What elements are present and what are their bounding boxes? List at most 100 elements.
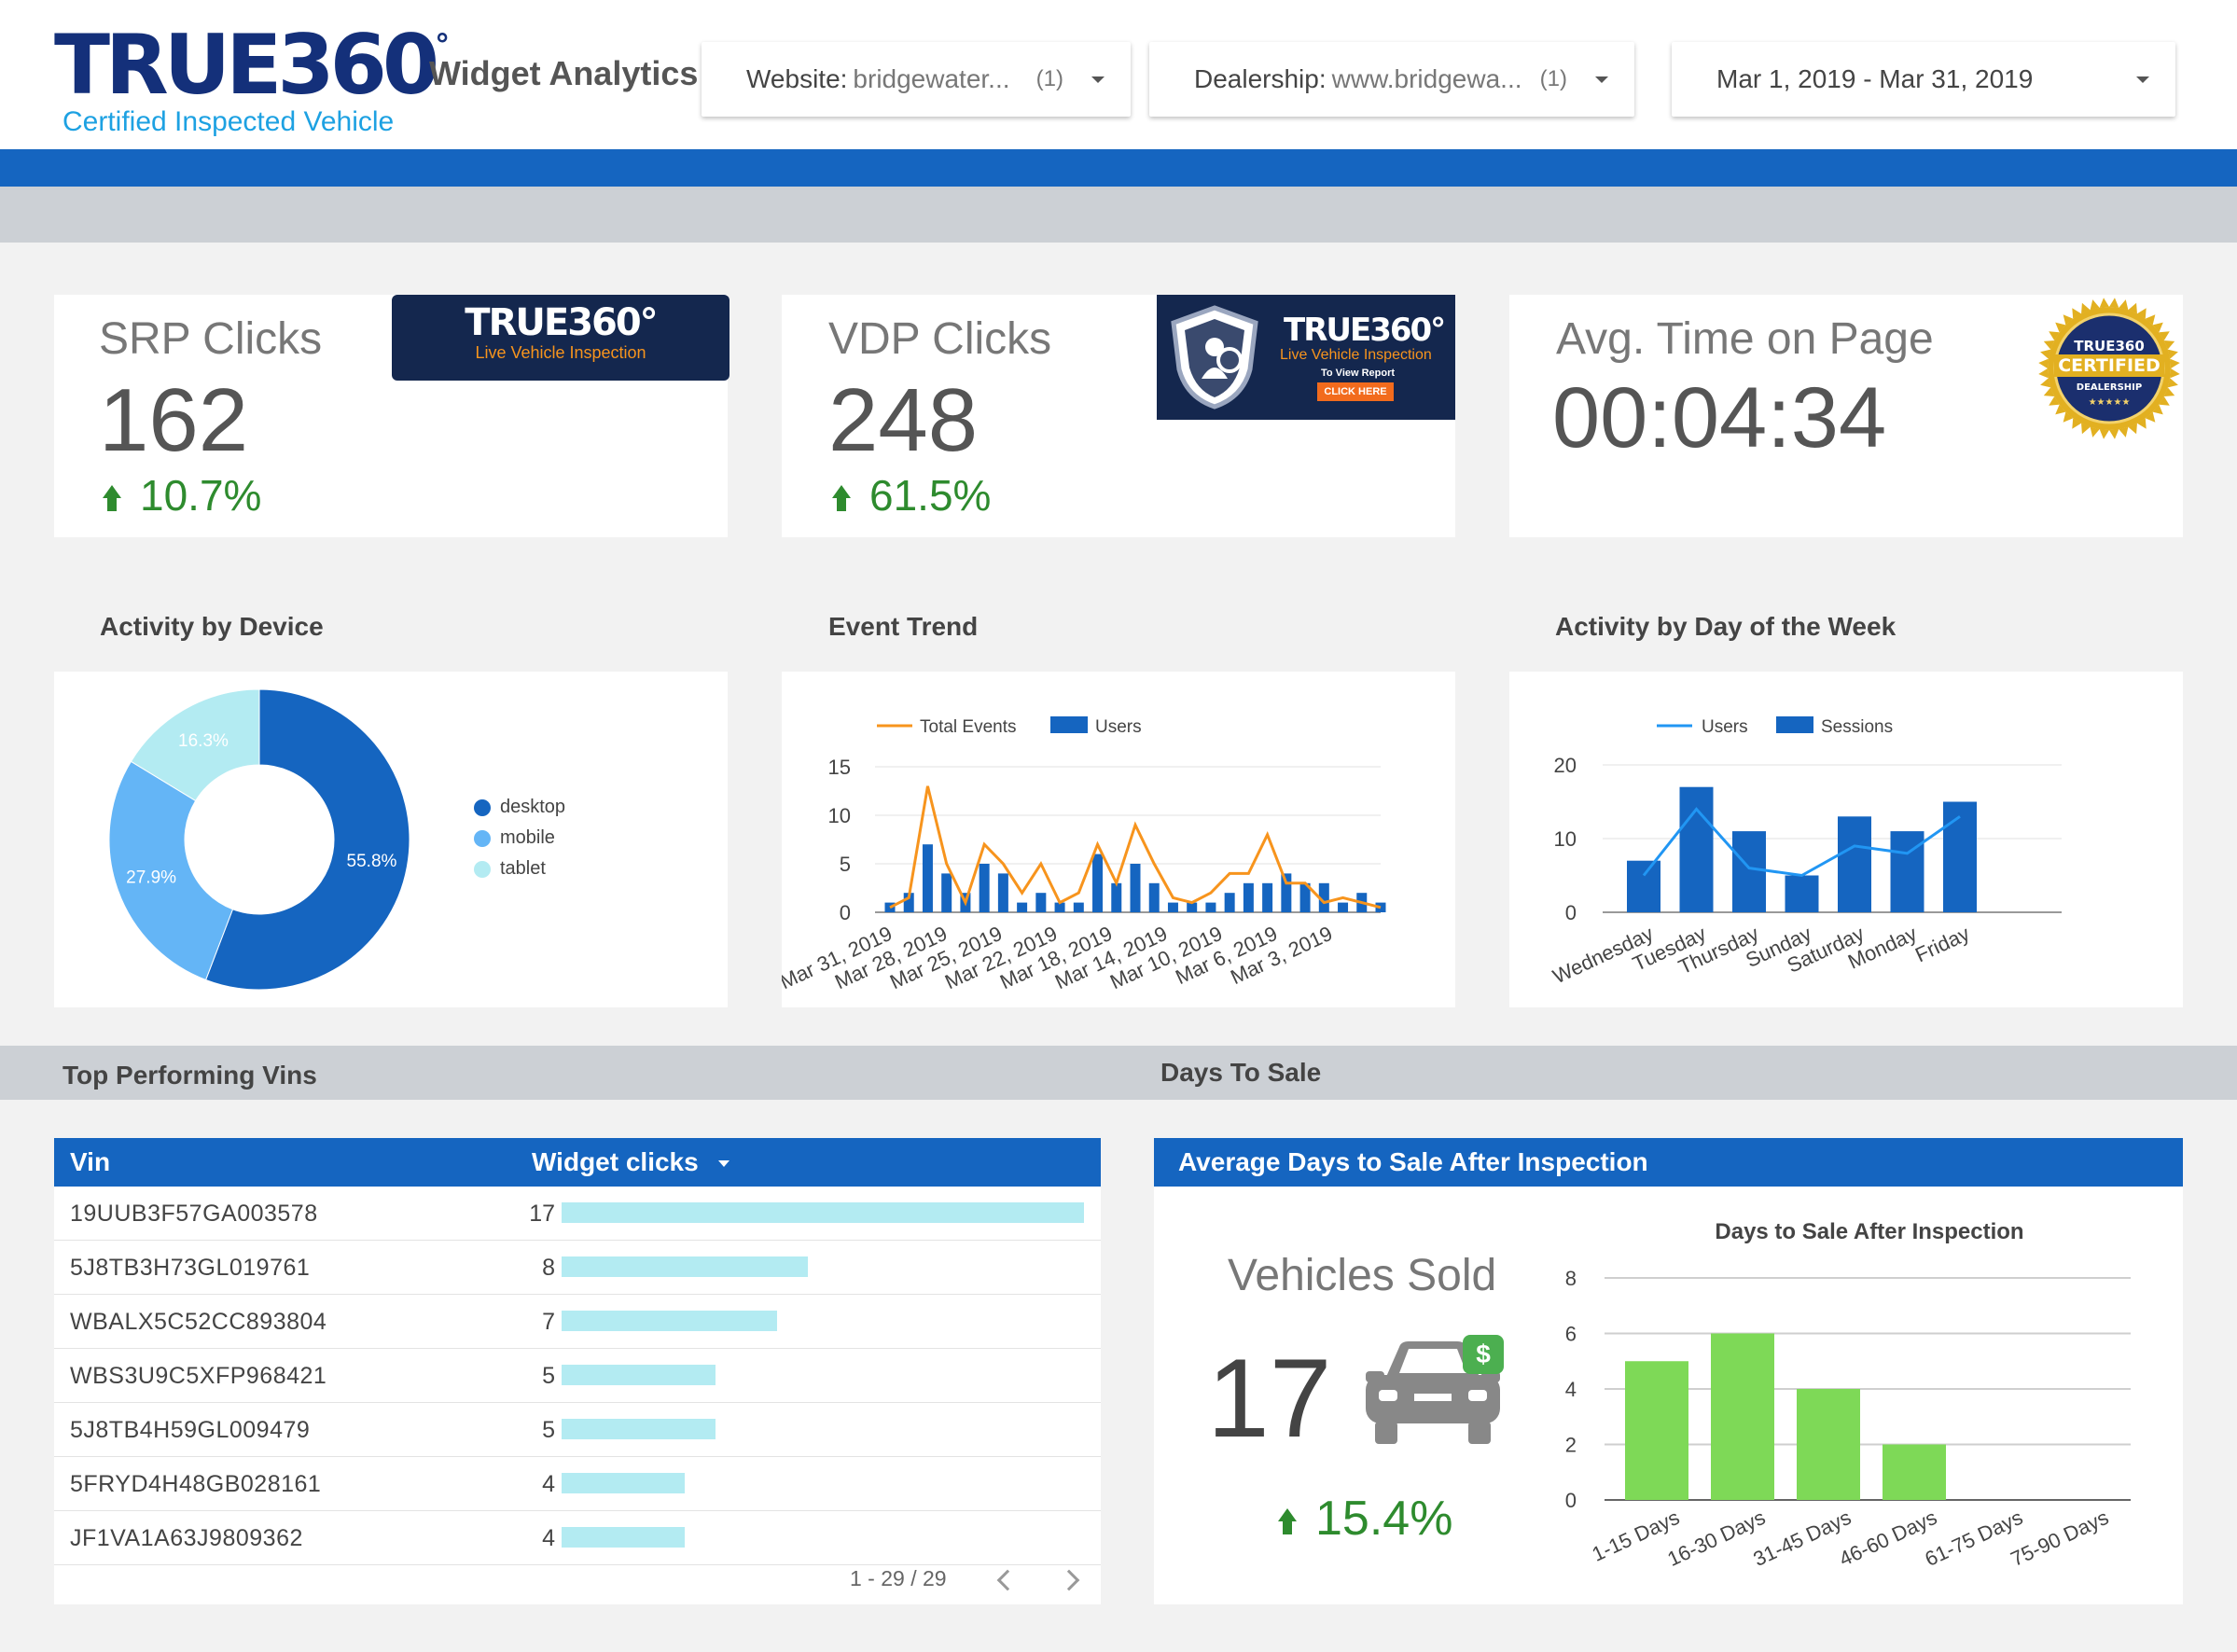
table-row[interactable]: JF1VA1A63J9809362 4 bbox=[54, 1511, 1101, 1565]
donut-label-mobile: 27.9% bbox=[126, 868, 176, 888]
day-of-week-chart[interactable]: 20100WednesdayTuesdayThursdaySundaySatur… bbox=[1509, 672, 2183, 1007]
vdp-clicks-change: 61.5% bbox=[832, 470, 991, 521]
table-row[interactable]: 5FRYD4H48GB028161 4 bbox=[54, 1457, 1101, 1511]
event-trend-section-title: Event Trend bbox=[828, 612, 979, 641]
vin-cell: 5J8TB3H73GL019761 bbox=[70, 1255, 311, 1281]
vdp-clicks-value: 248 bbox=[828, 370, 979, 470]
legend-item-desktop[interactable]: desktop bbox=[474, 797, 565, 818]
vin-cell: 5J8TB4H59GL009479 bbox=[70, 1417, 311, 1443]
y-tick-label: 10 bbox=[1554, 827, 1577, 851]
widget-clicks-bar bbox=[562, 1527, 685, 1548]
srp-banner-title: TRUE360° bbox=[465, 301, 658, 344]
sort-descending-icon bbox=[718, 1160, 730, 1168]
sessions-bar bbox=[1838, 816, 1871, 912]
legend-label-mobile: mobile bbox=[500, 827, 555, 848]
days-to-sale-chart[interactable]: Days to Sale After Inspection864201-15 D… bbox=[1526, 1203, 2183, 1604]
days-to-sale-section-title: Days To Sale bbox=[1160, 1058, 1322, 1087]
widget-clicks-value: 5 bbox=[542, 1417, 555, 1443]
table-row[interactable]: WBS3U9C5XFP968421 5 bbox=[54, 1349, 1101, 1403]
device-donut-chart[interactable]: 55.8% 27.9% 16.3% bbox=[54, 672, 728, 1007]
shield-icon bbox=[1171, 305, 1258, 410]
trend-bar bbox=[1148, 882, 1160, 912]
trend-bar bbox=[1167, 902, 1178, 912]
website-filter-count: (1) bbox=[1035, 66, 1063, 91]
page-title: Widget Analytics bbox=[429, 54, 699, 92]
vehicles-sold-label: Vehicles Sold bbox=[1228, 1251, 1497, 1300]
widget-clicks-value: 5 bbox=[542, 1363, 555, 1389]
vin-cell: 19UUB3F57GA003578 bbox=[70, 1201, 318, 1227]
chevron-down-icon bbox=[2136, 76, 2149, 83]
widget-clicks-value: 8 bbox=[542, 1255, 555, 1281]
dealership-filter[interactable]: Dealership: www.bridgewa... (1) bbox=[1149, 42, 1634, 117]
dealership-filter-label: Dealership: bbox=[1194, 64, 1327, 93]
table-row[interactable]: 19UUB3F57GA003578 17 bbox=[54, 1187, 1101, 1241]
table-row[interactable]: WBALX5C52CC893804 7 bbox=[54, 1295, 1101, 1349]
legend-item-tablet[interactable]: tablet bbox=[474, 858, 565, 880]
x-tick-label: 75-90 Days bbox=[2008, 1506, 2113, 1571]
sessions-bar bbox=[1679, 786, 1714, 912]
days-bar bbox=[1883, 1444, 1946, 1500]
logo-text: TRUE360 bbox=[54, 17, 439, 113]
trend-bar bbox=[1224, 893, 1235, 912]
chart-title: Days to Sale After Inspection bbox=[1715, 1219, 2023, 1244]
chevron-down-icon bbox=[1595, 76, 1608, 83]
website-filter-value: bridgewater... bbox=[853, 64, 1010, 93]
vdp-widget-banner[interactable]: TRUE360° Live Vehicle Inspection To View… bbox=[1157, 295, 1455, 420]
badge-mid-text: CERTIFIED bbox=[2058, 355, 2161, 376]
day-of-week-section-title: Activity by Day of the Week bbox=[1555, 612, 1897, 641]
website-filter[interactable]: Website: bridgewater... (1) bbox=[702, 42, 1131, 117]
avg-time-card: Avg. Time on Page 00:04:34 TRUE360 CERTI… bbox=[1509, 295, 2183, 537]
legend-label-users: Users bbox=[1095, 717, 1142, 737]
trend-bar bbox=[1281, 873, 1292, 912]
badge-bottom-text: DEALERSHIP bbox=[2077, 382, 2142, 393]
widget-clicks-bar bbox=[562, 1365, 716, 1385]
legend-item-mobile[interactable]: mobile bbox=[474, 827, 565, 849]
vin-cell: WBALX5C52CC893804 bbox=[70, 1309, 327, 1335]
table-row[interactable]: 5J8TB3H73GL019761 8 bbox=[54, 1241, 1101, 1295]
y-tick-label: 0 bbox=[1565, 1489, 1577, 1512]
sessions-bar bbox=[1732, 831, 1766, 912]
vdp-banner-subtitle: Live Vehicle Inspection bbox=[1280, 347, 1432, 363]
dealership-filter-count: (1) bbox=[1539, 66, 1567, 91]
column-header-vin[interactable]: Vin bbox=[70, 1147, 110, 1177]
legend-label-desktop: desktop bbox=[500, 797, 566, 817]
view-report-button[interactable]: CLICK HERE bbox=[1317, 382, 1394, 401]
vehicles-sold-change-value: 15.4% bbox=[1315, 1492, 1453, 1546]
vin-cell: 5FRYD4H48GB028161 bbox=[70, 1471, 322, 1497]
donut-label-tablet: 16.3% bbox=[178, 731, 229, 751]
srp-clicks-change: 10.7% bbox=[103, 470, 261, 521]
event-trend-chart[interactable]: 151050Mar 31, 2019Mar 28, 2019Mar 25, 20… bbox=[782, 672, 1455, 1007]
vehicles-sold-change: 15.4% bbox=[1278, 1491, 1452, 1547]
x-tick-label: 61-75 Days bbox=[1922, 1506, 2027, 1571]
y-tick-label: 2 bbox=[1565, 1434, 1577, 1457]
device-chart-card: 55.8% 27.9% 16.3% desktop mobile tablet bbox=[54, 672, 728, 1007]
y-tick-label: 5 bbox=[840, 853, 851, 876]
true360-logo[interactable]: TRUE360° Certified Inspected Vehicle bbox=[54, 24, 450, 138]
legend-label-sessions: Sessions bbox=[1821, 717, 1893, 737]
donut-label-desktop: 55.8% bbox=[347, 852, 397, 871]
widget-clicks-bar bbox=[562, 1473, 685, 1493]
y-tick-label: 15 bbox=[828, 756, 851, 779]
arrow-up-icon bbox=[832, 485, 851, 511]
y-tick-label: 8 bbox=[1565, 1267, 1577, 1290]
trend-bar bbox=[1262, 882, 1273, 912]
x-tick-label: 31-45 Days bbox=[1750, 1506, 1855, 1571]
day-of-week-card: 20 10 0 Wednesday Tuesday Thursday Sunday Satur… bbox=[1509, 672, 2183, 1007]
date-range-picker[interactable]: Mar 1, 2019 - Mar 31, 2019 bbox=[1672, 42, 2175, 117]
column-header-widget-clicks[interactable]: Widget clicks bbox=[532, 1147, 730, 1177]
table-row[interactable]: 5J8TB4H59GL009479 5 bbox=[54, 1403, 1101, 1457]
legend-label-tablet: tablet bbox=[500, 858, 546, 879]
srp-widget-banner[interactable]: TRUE360° Live Vehicle Inspection bbox=[392, 295, 729, 381]
days-bar bbox=[1711, 1333, 1774, 1500]
legend-label-users: Users bbox=[1702, 717, 1748, 737]
days-to-sale-header: Average Days to Sale After Inspection bbox=[1154, 1138, 2183, 1187]
srp-clicks-value: 162 bbox=[99, 370, 249, 470]
sessions-bar bbox=[1890, 831, 1924, 912]
srp-clicks-change-value: 10.7% bbox=[140, 471, 262, 520]
trend-bar bbox=[997, 873, 1008, 912]
y-tick-label: 6 bbox=[1565, 1323, 1577, 1346]
event-trend-card: 15 10 5 0 Mar 31, 2019 Mar 28, 2019 Mar 25, 20… bbox=[782, 672, 1455, 1007]
arrow-up-icon bbox=[1278, 1508, 1297, 1534]
dollar-symbol: $ bbox=[1476, 1340, 1491, 1368]
y-tick-label: 10 bbox=[828, 804, 851, 827]
